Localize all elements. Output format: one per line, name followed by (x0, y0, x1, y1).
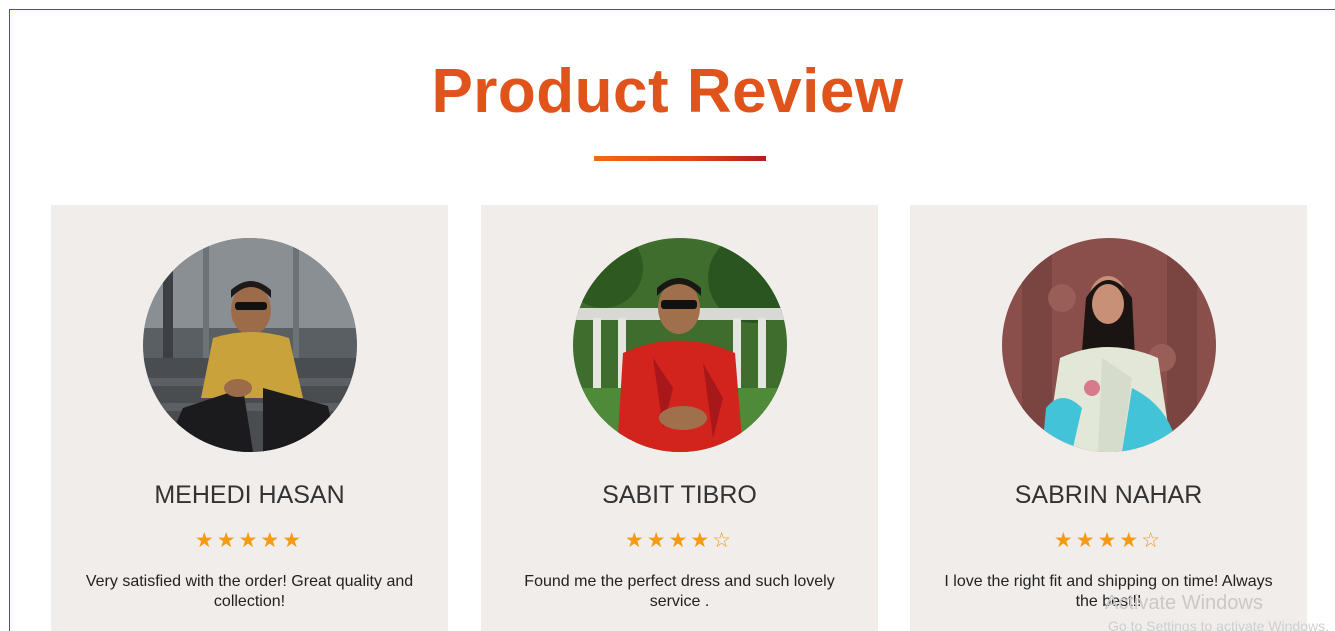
reviewer-avatar (1002, 238, 1216, 452)
person-photo-icon (143, 238, 357, 452)
review-text: Very satisfied with the order! Great qua… (85, 573, 414, 610)
star-rating-icon: ★★★★★ (194, 529, 305, 552)
review-text: Found me the perfect dress and such love… (524, 573, 835, 610)
person-photo-icon (1002, 238, 1216, 452)
reviewer-avatar (143, 238, 357, 452)
title-underline (594, 156, 766, 161)
activation-watermark: Activate Windows (1105, 592, 1263, 614)
section-title: Product Review (431, 57, 904, 126)
star-rating-icon: ★★★★☆ (1053, 529, 1164, 552)
activation-watermark-subtitle: Go to Settings to activate Windows. (1108, 618, 1329, 631)
review-card: SABRIN NAHAR ★★★★☆ I love the right fit … (910, 205, 1307, 631)
person-photo-icon (573, 238, 787, 452)
star-rating-icon: ★★★★☆ (624, 529, 735, 552)
reviewer-name: SABRIN NAHAR (1014, 481, 1203, 509)
reviewer-avatar (573, 238, 787, 452)
reviewer-name: MEHEDI HASAN (154, 481, 345, 509)
review-card: MEHEDI HASAN ★★★★★ Very satisfied with t… (51, 205, 448, 631)
review-card: SABIT TIBRO ★★★★☆ Found me the perfect d… (481, 205, 878, 631)
reviewer-name: SABIT TIBRO (602, 481, 757, 509)
